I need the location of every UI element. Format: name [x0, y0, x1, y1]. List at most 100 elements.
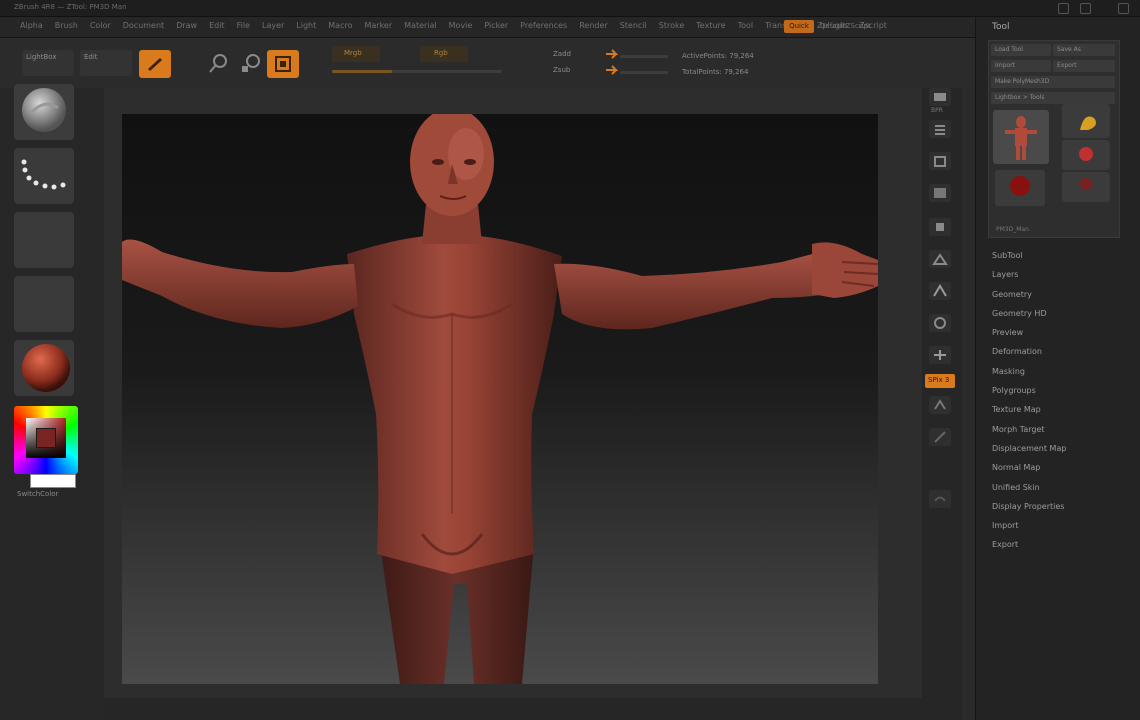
texture-selector[interactable]	[14, 276, 74, 332]
menu-item-edit[interactable]: Edit	[203, 21, 231, 30]
quicksave-button[interactable]: Quick	[784, 20, 814, 33]
symmetry-icon	[934, 350, 946, 360]
menu-item-texture[interactable]: Texture	[690, 21, 731, 30]
menu-item-alpha[interactable]: Alpha	[14, 21, 49, 30]
menu-item-draw[interactable]: Draw	[170, 21, 203, 30]
lightbox-button[interactable]: LightBox	[22, 50, 74, 76]
menu-item-document[interactable]: Document	[117, 21, 170, 30]
minimize-icon[interactable]	[1058, 3, 1069, 14]
switch-color-label[interactable]: SwitchColor	[17, 490, 58, 498]
rotate-button[interactable]	[267, 50, 299, 78]
focal-shift-icon[interactable]	[602, 44, 626, 80]
maximize-icon[interactable]	[1080, 3, 1091, 14]
edit-button[interactable]: Edit	[80, 50, 132, 76]
ball-thumbnail[interactable]	[995, 170, 1045, 206]
draw-button[interactable]	[139, 50, 171, 78]
human-model[interactable]	[122, 114, 878, 684]
import-button[interactable]: Import	[991, 60, 1051, 72]
menu-bar: Alpha Brush Color Document Draw Edit Fil…	[0, 17, 975, 38]
menu-item-render[interactable]: Render	[573, 21, 613, 30]
draw-size-slider[interactable]	[620, 55, 668, 58]
export-button[interactable]: Export	[1053, 60, 1115, 72]
sphere-thumbnail[interactable]	[1062, 140, 1110, 170]
menu-item-stencil[interactable]: Stencil	[614, 21, 653, 30]
menu-item-marker[interactable]: Marker	[358, 21, 398, 30]
mrgb-button[interactable]: Mrgb	[332, 46, 380, 62]
local-button[interactable]	[929, 314, 951, 332]
menu-item-brush[interactable]: Brush	[49, 21, 84, 30]
title-bar: ZBrush 4R8 — ZTool: PM3D Man	[0, 0, 1140, 17]
menu-item-light[interactable]: Light	[290, 21, 322, 30]
stroke-selector[interactable]	[14, 148, 74, 204]
spix-button[interactable]: SPix 3	[925, 374, 955, 388]
menu-item-preferences[interactable]: Preferences	[514, 21, 573, 30]
save-as-button[interactable]: Save As	[1053, 44, 1115, 56]
draw-icon	[148, 58, 162, 71]
menu-item-tool[interactable]: Tool	[732, 21, 760, 30]
menu-item-color[interactable]: Color	[84, 21, 117, 30]
menu-item-layer[interactable]: Layer	[256, 21, 290, 30]
rgb-button[interactable]: Rgb	[420, 46, 468, 62]
subpalette-deformation[interactable]: Deformation	[992, 342, 1066, 361]
polymesh-thumbnail[interactable]	[1062, 172, 1110, 202]
load-tool-button[interactable]: Load Tool	[991, 44, 1051, 56]
menu-item-picker[interactable]: Picker	[478, 21, 514, 30]
subpalette-import[interactable]: Import	[992, 516, 1066, 535]
subpalette-unified-skin[interactable]: Unified Skin	[992, 478, 1066, 497]
subpalette-texture[interactable]: Texture Map	[992, 400, 1066, 419]
move-button[interactable]	[205, 50, 233, 78]
scale-view-button[interactable]	[929, 428, 951, 446]
3d-viewport[interactable]	[122, 114, 878, 684]
subpalette-geometry-hd[interactable]: Geometry HD	[992, 304, 1066, 323]
menu-item-stroke[interactable]: Stroke	[653, 21, 691, 30]
subpalette-display-properties[interactable]: Display Properties	[992, 497, 1066, 516]
lightbox-tools-button[interactable]: Lightbox > Tools	[991, 92, 1115, 104]
subpalette-layers[interactable]: Layers	[992, 265, 1066, 284]
actual-button[interactable]	[929, 184, 951, 202]
close-icon[interactable]	[1118, 3, 1129, 14]
menus-label[interactable]: DefaultZScript	[820, 22, 871, 30]
subpalette-morph-target[interactable]: Morph Target	[992, 420, 1066, 439]
subpalette-export[interactable]: Export	[992, 535, 1066, 554]
current-tool-thumbnail[interactable]	[993, 110, 1049, 164]
persp-button[interactable]	[929, 250, 951, 268]
subpalette-normal-map[interactable]: Normal Map	[992, 458, 1066, 477]
zoom-button[interactable]	[929, 152, 951, 170]
menu-item-material[interactable]: Material	[398, 21, 443, 30]
floor-button[interactable]	[929, 282, 951, 300]
tray-title: Tool	[992, 22, 1010, 32]
subpalette-geometry[interactable]: Geometry	[992, 285, 1066, 304]
menu-item-file[interactable]: File	[231, 21, 256, 30]
top-toolbar: LightBox Edit Mrgb Rgb Zadd Zsub ActiveP…	[0, 38, 975, 88]
alpha-selector[interactable]	[14, 212, 74, 268]
brush-selector[interactable]	[14, 84, 74, 140]
subpalette-displacement[interactable]: Displacement Map	[992, 439, 1066, 458]
bpr-button[interactable]	[929, 88, 951, 106]
bpr-label: BPR	[931, 107, 943, 114]
menu-item-movie[interactable]: Movie	[443, 21, 479, 30]
zadd-label[interactable]: Zadd	[553, 50, 571, 58]
scale-button[interactable]	[238, 50, 266, 78]
scroll-button[interactable]	[929, 120, 951, 138]
main-color-swatch[interactable]	[36, 428, 56, 448]
aahalf-icon	[936, 223, 944, 231]
z-intensity-slider[interactable]	[620, 71, 668, 74]
aahalf-button[interactable]	[929, 218, 951, 236]
subpalette-masking[interactable]: Masking	[992, 362, 1066, 381]
simple-brush-thumbnail[interactable]	[1062, 104, 1110, 138]
tool-subpalette-list: SubTool Layers Geometry Geometry HD Prev…	[992, 246, 1066, 555]
move-view-button[interactable]	[929, 396, 951, 414]
menu-item-macro[interactable]: Macro	[322, 21, 358, 30]
subpalette-subtool[interactable]: SubTool	[992, 246, 1066, 265]
make-polymesh-button[interactable]: Make PolyMesh3D	[991, 76, 1115, 88]
move-icon	[209, 54, 227, 73]
rotate-view-button[interactable]	[929, 490, 951, 508]
material-selector[interactable]	[14, 340, 74, 396]
subpalette-polygroups[interactable]: Polygroups	[992, 381, 1066, 400]
secondary-color-swatch[interactable]	[30, 474, 76, 488]
subpalette-preview[interactable]: Preview	[992, 323, 1066, 342]
zoom-icon	[934, 156, 946, 167]
color-picker[interactable]	[14, 406, 78, 474]
zsub-label[interactable]: Zsub	[553, 66, 570, 74]
lsym-button[interactable]	[929, 346, 951, 364]
